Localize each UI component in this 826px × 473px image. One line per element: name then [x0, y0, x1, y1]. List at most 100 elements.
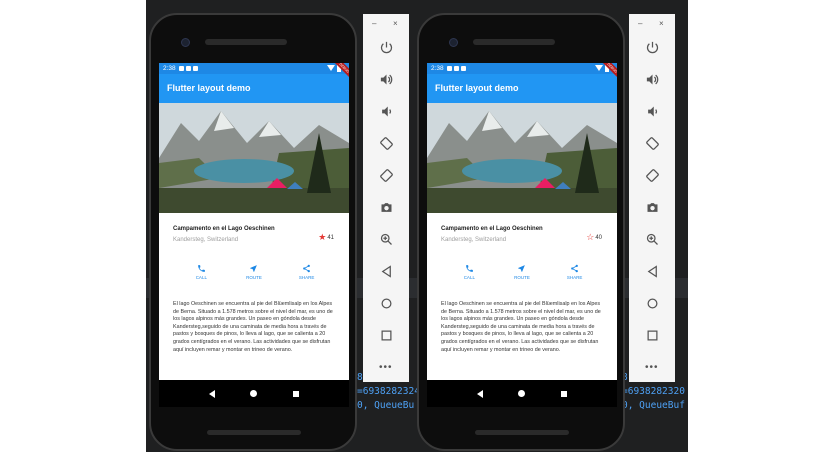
favorite-widget[interactable]: ★ 41: [318, 233, 334, 242]
phone-icon: [465, 265, 473, 272]
minimize-button[interactable]: –: [372, 19, 376, 28]
emulator-side-panel-1: – × •••: [363, 14, 409, 382]
navigation-icon: [518, 265, 526, 272]
more-options-icon[interactable]: •••: [645, 362, 659, 373]
route-button[interactable]: ROUTE: [502, 264, 542, 287]
favorite-widget[interactable]: ☆ 40: [586, 233, 602, 242]
status-bar: 2:38 DEBUG: [159, 63, 349, 81]
close-button[interactable]: ×: [659, 19, 664, 28]
button-row: CALL ROUTE SHARE: [159, 253, 349, 287]
volume-down-icon[interactable]: [643, 102, 661, 120]
android-nav-bar: [427, 380, 617, 407]
log-line: 0, QueueBu: [357, 400, 415, 411]
nav-recents-icon[interactable]: [561, 390, 568, 397]
log-line: =6938282324: [357, 386, 420, 397]
status-bar: 2:38 DEBUG: [427, 63, 617, 81]
zoom-in-icon[interactable]: [643, 230, 661, 248]
nav-back-icon[interactable]: [208, 389, 215, 398]
call-label: CALL: [463, 275, 475, 280]
home-icon[interactable]: [377, 294, 395, 312]
overview-icon[interactable]: [643, 326, 661, 344]
place-title: Campamento en el Lago Oeschinen: [173, 226, 275, 232]
device-screen: 2:38 DEBUG Flutter layout demo Campament…: [159, 63, 349, 407]
android-nav-bar: [159, 380, 349, 407]
place-location: Kandersteg, Switzerland: [441, 237, 507, 243]
earpiece: [473, 39, 555, 45]
volume-up-icon[interactable]: [377, 70, 395, 88]
back-icon[interactable]: [643, 262, 661, 280]
place-location: Kandersteg, Switzerland: [173, 237, 239, 243]
back-icon[interactable]: [377, 262, 395, 280]
rotate-left-icon[interactable]: [643, 134, 661, 152]
rotate-left-icon[interactable]: [377, 134, 395, 152]
title-section: Campamento en el Lago Oeschinen Kanderst…: [159, 213, 349, 253]
call-button[interactable]: CALL: [181, 264, 221, 287]
title-section: Campamento en el Lago Oeschinen Kanderst…: [427, 213, 617, 253]
call-label: CALL: [195, 275, 207, 280]
earpiece: [205, 39, 287, 45]
share-label: SHARE: [566, 275, 583, 280]
volume-down-icon[interactable]: [377, 102, 395, 120]
minimize-button[interactable]: –: [638, 19, 642, 28]
share-icon: [571, 264, 579, 273]
log-line: =6938282320: [622, 386, 685, 397]
status-time: 2:38: [431, 65, 444, 72]
overview-icon[interactable]: [377, 326, 395, 344]
zoom-in-icon[interactable]: [377, 230, 395, 248]
place-title: Campamento en el Lago Oeschinen: [441, 226, 543, 232]
speaker-grille: [475, 430, 569, 435]
lake-photo: [159, 103, 349, 213]
lake-photo: [427, 103, 617, 213]
power-icon[interactable]: [643, 38, 661, 56]
route-label: ROUTE: [514, 275, 530, 280]
share-button[interactable]: SHARE: [287, 264, 327, 287]
home-icon[interactable]: [643, 294, 661, 312]
nav-home-icon[interactable]: [518, 390, 526, 397]
share-icon: [303, 264, 311, 273]
place-description: El lago Oeschinen se encuentra al pie de…: [441, 301, 601, 353]
settings-icon: [446, 66, 452, 71]
log-line: 0, QueueBuf: [622, 400, 685, 411]
button-row: CALL ROUTE SHARE: [427, 253, 617, 287]
power-icon[interactable]: [377, 38, 395, 56]
wifi-icon: [595, 65, 603, 71]
front-camera: [181, 38, 190, 47]
call-button[interactable]: CALL: [449, 264, 489, 287]
front-camera: [449, 38, 458, 47]
place-description: El lago Oeschinen se encuentra al pie de…: [173, 301, 333, 353]
route-label: ROUTE: [246, 275, 262, 280]
share-label: SHARE: [298, 275, 315, 280]
app-bar-title: Flutter layout demo: [159, 74, 349, 103]
navigation-icon: [250, 265, 258, 272]
favorite-count: 40: [595, 234, 602, 241]
route-button[interactable]: ROUTE: [234, 264, 274, 287]
speaker-grille: [207, 430, 301, 435]
volume-up-icon[interactable]: [643, 70, 661, 88]
rotate-right-icon[interactable]: [643, 166, 661, 184]
rotate-right-icon[interactable]: [377, 166, 395, 184]
nav-recents-icon[interactable]: [293, 390, 300, 397]
emulator-side-panel-2: – × •••: [629, 14, 675, 382]
settings-icon: [178, 66, 184, 71]
favorite-count: 41: [327, 234, 334, 241]
device-screen: 2:38 DEBUG Flutter layout demo Campament…: [427, 63, 617, 407]
star-outline-icon[interactable]: ☆: [586, 233, 594, 242]
phone-emulator-2: 2:38 DEBUG Flutter layout demo Campament…: [417, 13, 625, 451]
close-button[interactable]: ×: [393, 19, 398, 28]
sd-card-icon: [192, 66, 198, 71]
status-time: 2:38: [163, 65, 176, 72]
star-filled-icon[interactable]: ★: [318, 233, 326, 242]
app-bar-title: Flutter layout demo: [427, 74, 617, 103]
shield-icon: [185, 66, 191, 71]
camera-icon[interactable]: [377, 198, 395, 216]
phone-icon: [197, 265, 205, 272]
phone-emulator-1: 2:38 DEBUG Flutter layout demo Campament…: [149, 13, 357, 451]
shield-icon: [453, 66, 459, 71]
more-options-icon[interactable]: •••: [379, 362, 393, 373]
nav-home-icon[interactable]: [250, 390, 258, 397]
wifi-icon: [327, 65, 335, 71]
nav-back-icon[interactable]: [476, 389, 483, 398]
camera-icon[interactable]: [643, 198, 661, 216]
share-button[interactable]: SHARE: [555, 264, 595, 287]
sd-card-icon: [460, 66, 466, 71]
